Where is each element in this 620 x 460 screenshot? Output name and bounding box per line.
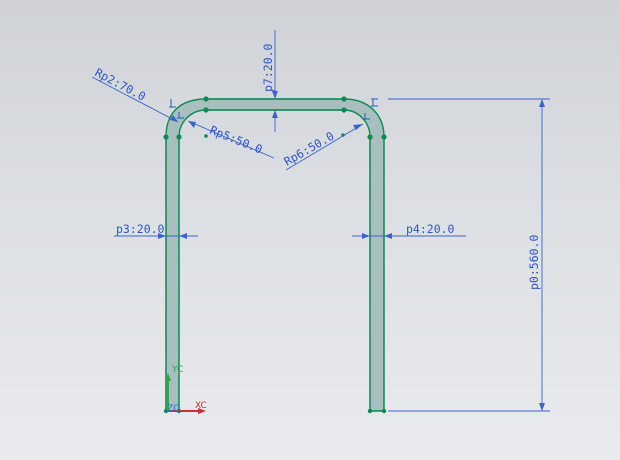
dimension-rp6[interactable]: Rp6:50.0: [282, 123, 364, 171]
dimension-p7[interactable]: p7:20.0: [261, 30, 278, 132]
dimension-p3-label[interactable]: p3:20.0: [116, 222, 165, 236]
tube-profile-region[interactable]: [165, 98, 385, 412]
dimension-p0[interactable]: p0:560.0: [388, 98, 550, 412]
tangent-constraint-icon[interactable]: [169, 99, 176, 108]
point-top-left-outer[interactable]: [203, 96, 209, 102]
dimension-p3[interactable]: p3:20.0: [114, 222, 198, 239]
xc-label: XC: [195, 401, 207, 411]
dimension-p4[interactable]: p4:20.0: [352, 222, 466, 239]
point-top-left-inner[interactable]: [203, 107, 209, 113]
dimension-p0-label[interactable]: p0:560.0: [527, 235, 541, 290]
point-right-outer-bottom[interactable]: [381, 408, 387, 414]
dimension-rp5-label[interactable]: Rp5:50.0: [208, 123, 265, 157]
point-top-right-inner[interactable]: [341, 107, 347, 113]
point-right-inner-top[interactable]: [367, 134, 373, 140]
point-right-inner-bottom[interactable]: [367, 408, 373, 414]
point-left-outer-top[interactable]: [163, 134, 169, 140]
dimension-rp6-label[interactable]: Rp6:50.0: [282, 129, 337, 169]
dimension-p4-label[interactable]: p4:20.0: [406, 222, 455, 236]
sketch-points: [163, 96, 387, 414]
point-right-outer-top[interactable]: [381, 134, 387, 140]
dimension-rp5[interactable]: Rp5:50.0: [187, 120, 275, 159]
bent-tube-profile[interactable]: [165, 98, 385, 412]
sketch-drawing: p7:20.0 Rp2:70.0 Rp5:50.0 Rp6:50.0 p3:20…: [91, 30, 550, 414]
zc-label: ZC: [167, 404, 179, 414]
sketch-canvas[interactable]: p7:20.0 Rp2:70.0 Rp5:50.0 Rp6:50.0 p3:20…: [0, 0, 620, 460]
point-left-inner-top[interactable]: [176, 134, 182, 140]
tangent-constraint-icon[interactable]: [371, 98, 378, 107]
yc-label: YC: [171, 365, 183, 375]
dimension-rp2[interactable]: Rp2:70.0: [91, 65, 179, 123]
point-top-right-outer[interactable]: [341, 96, 347, 102]
dimension-rp2-label[interactable]: Rp2:70.0: [93, 65, 149, 103]
dimension-p7-label[interactable]: p7:20.0: [261, 43, 275, 92]
